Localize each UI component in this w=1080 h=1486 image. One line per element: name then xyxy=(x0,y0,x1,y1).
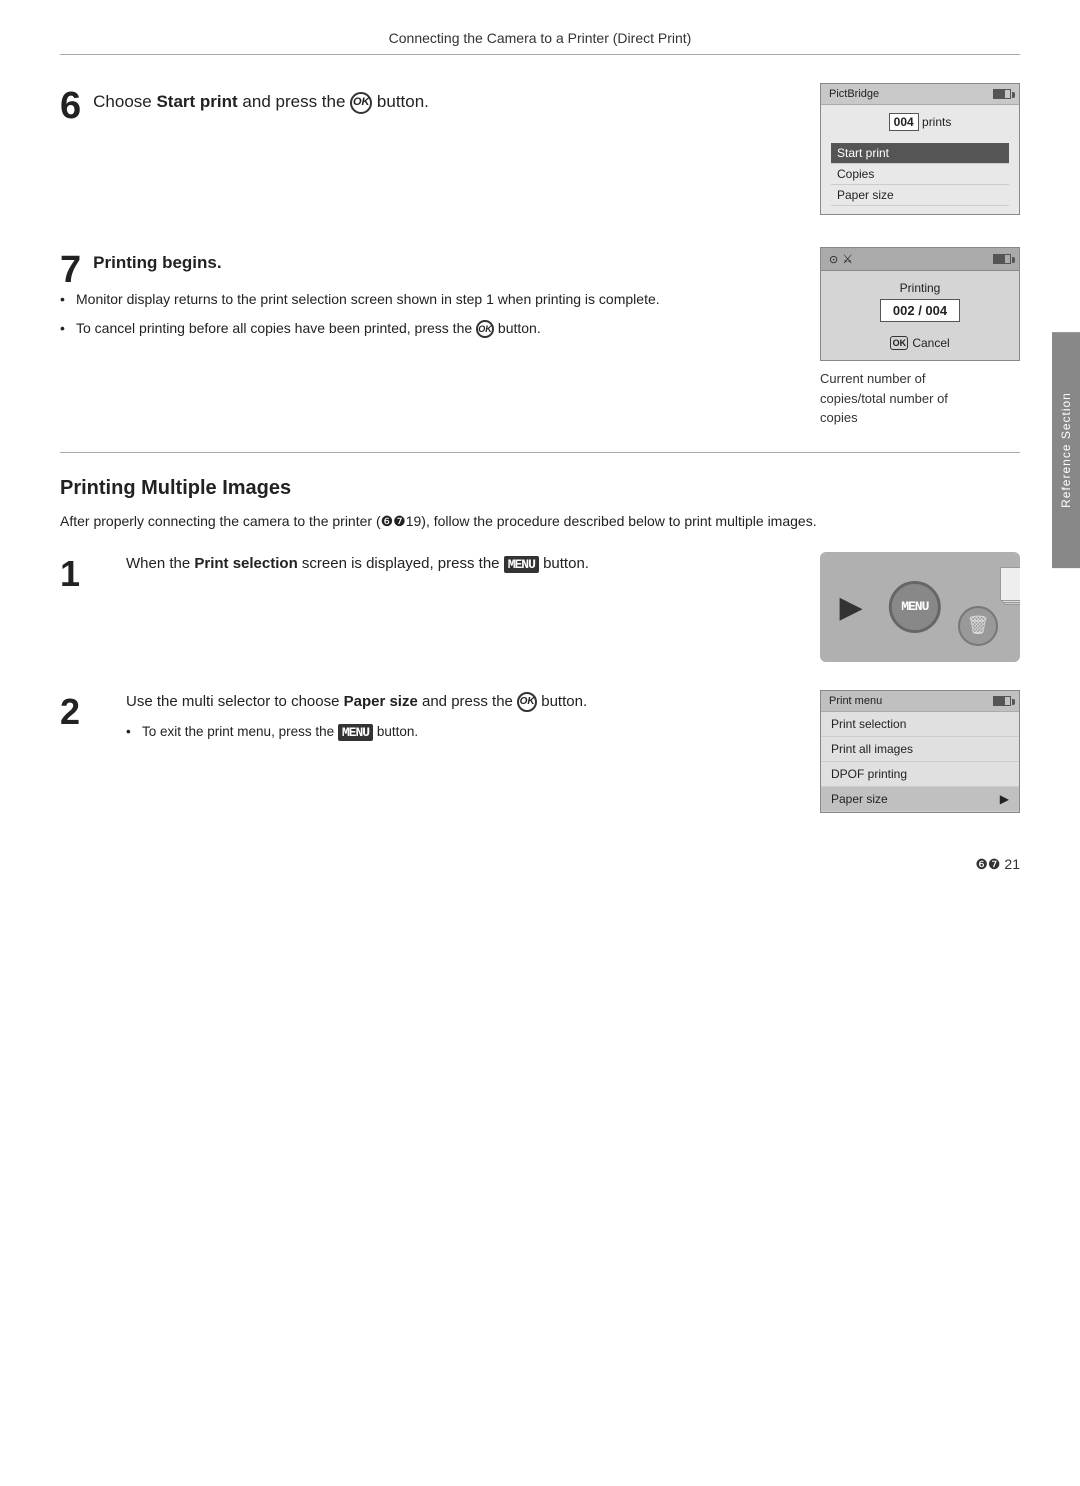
step-6-section: 6 Choose Start print and press the OK bu… xyxy=(60,83,1020,215)
menu-item-paper-size: Paper size ▶ xyxy=(821,787,1019,812)
header-title: Connecting the Camera to a Printer (Dire… xyxy=(389,30,692,46)
step-2-bullets: To exit the print menu, press the MENU b… xyxy=(126,722,790,743)
print-menu-screen: Print menu Print selection Print all ima… xyxy=(820,690,1020,813)
bullet-1: Monitor display returns to the print sel… xyxy=(60,289,790,310)
step-6-heading: Choose Start print and press the OK butt… xyxy=(60,83,790,115)
ok-button-inline: OK xyxy=(476,320,494,338)
step-1-content: When the Print selection screen is displ… xyxy=(126,552,790,584)
battery-icon-3 xyxy=(993,696,1011,706)
ok-rect-icon: OK xyxy=(890,336,908,350)
step-1-image: ▶ MENU 🗑 xyxy=(820,552,1020,662)
step-2-content: Use the multi selector to choose Paper s… xyxy=(126,690,790,743)
menu-circle-button: MENU xyxy=(889,581,941,633)
ok-button-icon: OK xyxy=(350,92,372,114)
step-1-heading: When the Print selection screen is displ… xyxy=(126,552,790,576)
pictbridge-body: 004 prints Start print Copies Paper size xyxy=(821,105,1019,214)
prints-display: 004 prints xyxy=(831,113,1009,131)
printing-counter: 002 / 004 xyxy=(880,299,960,322)
menu-item-dpof: DPOF printing xyxy=(821,762,1019,787)
header-symbols: ⊙ ⚔ xyxy=(829,252,853,266)
step-2-number: 2 xyxy=(60,694,96,730)
print-menu-header: Print menu xyxy=(821,691,1019,712)
menu-button-label: MENU xyxy=(504,556,539,573)
printing-caption: Current number of copies/total number of… xyxy=(820,369,1020,428)
pictbridge-screen: PictBridge 004 prints Start print Copies… xyxy=(820,83,1020,215)
trash-button: 🗑 xyxy=(958,606,998,646)
reference-section-tab: Reference Section xyxy=(1052,333,1080,569)
section-desc: After properly connecting the camera to … xyxy=(60,510,1020,532)
battery-icon-2 xyxy=(993,254,1011,264)
step-7-heading: Printing begins. xyxy=(60,247,790,273)
printing-multiple-section: Printing Multiple Images After properly … xyxy=(60,477,1020,813)
step-1-number: 1 xyxy=(60,556,96,592)
photo-card-front xyxy=(1000,567,1020,601)
battery-icon xyxy=(993,89,1011,99)
camera-image: ▶ MENU 🗑 xyxy=(820,552,1020,662)
page-number: 21 xyxy=(1004,856,1020,872)
menu-copies: Copies xyxy=(831,164,1009,185)
step-7-number: 7 xyxy=(60,251,81,289)
step-6-screen: PictBridge 004 prints Start print Copies… xyxy=(820,83,1020,215)
step-1-row: 1 When the Print selection screen is dis… xyxy=(60,552,1020,662)
step-6-number: 6 xyxy=(60,87,81,125)
bullet-2: To cancel printing before all copies hav… xyxy=(60,318,790,339)
menu-start-print: Start print xyxy=(831,143,1009,164)
step-2-heading: Use the multi selector to choose Paper s… xyxy=(126,690,790,714)
step-7-text: 7 Printing begins. Monitor display retur… xyxy=(60,247,790,428)
printing-header: ⊙ ⚔ xyxy=(821,248,1019,271)
pictbridge-header: PictBridge xyxy=(821,84,1019,105)
step-2-bullet: To exit the print menu, press the MENU b… xyxy=(126,722,790,743)
arrow-indicator: ▶ xyxy=(840,590,862,623)
section-title: Printing Multiple Images xyxy=(60,477,1020,500)
step-7-bullets: Monitor display returns to the print sel… xyxy=(60,289,790,339)
printing-label: Printing xyxy=(835,281,1005,295)
printing-body: Printing 002 / 004 OK Cancel xyxy=(821,271,1019,360)
menu-item-print-all: Print all images xyxy=(821,737,1019,762)
menu-item-print-selection: Print selection xyxy=(821,712,1019,737)
section-divider xyxy=(60,452,1020,453)
step-7-image-col: ⊙ ⚔ Printing 002 / 004 OK Cancel Current… xyxy=(820,247,1020,428)
step-6-text: 6 Choose Start print and press the OK bu… xyxy=(60,83,790,125)
cancel-row: OK Cancel xyxy=(835,336,1005,350)
step-2-row: 2 Use the multi selector to choose Paper… xyxy=(60,690,1020,813)
menu-btn-inline: MENU xyxy=(338,724,373,741)
footer-prefix: ❻❼ xyxy=(975,856,1000,873)
step-2-image: Print menu Print selection Print all ima… xyxy=(820,690,1020,813)
menu-paper-size: Paper size xyxy=(831,185,1009,206)
page-header: Connecting the Camera to a Printer (Dire… xyxy=(60,30,1020,55)
printing-screen: ⊙ ⚔ Printing 002 / 004 OK Cancel xyxy=(820,247,1020,361)
step-7-section: 7 Printing begins. Monitor display retur… xyxy=(60,247,1020,428)
ok-button-step2: OK xyxy=(517,692,537,712)
page-footer: ❻❼ 21 xyxy=(975,856,1020,873)
